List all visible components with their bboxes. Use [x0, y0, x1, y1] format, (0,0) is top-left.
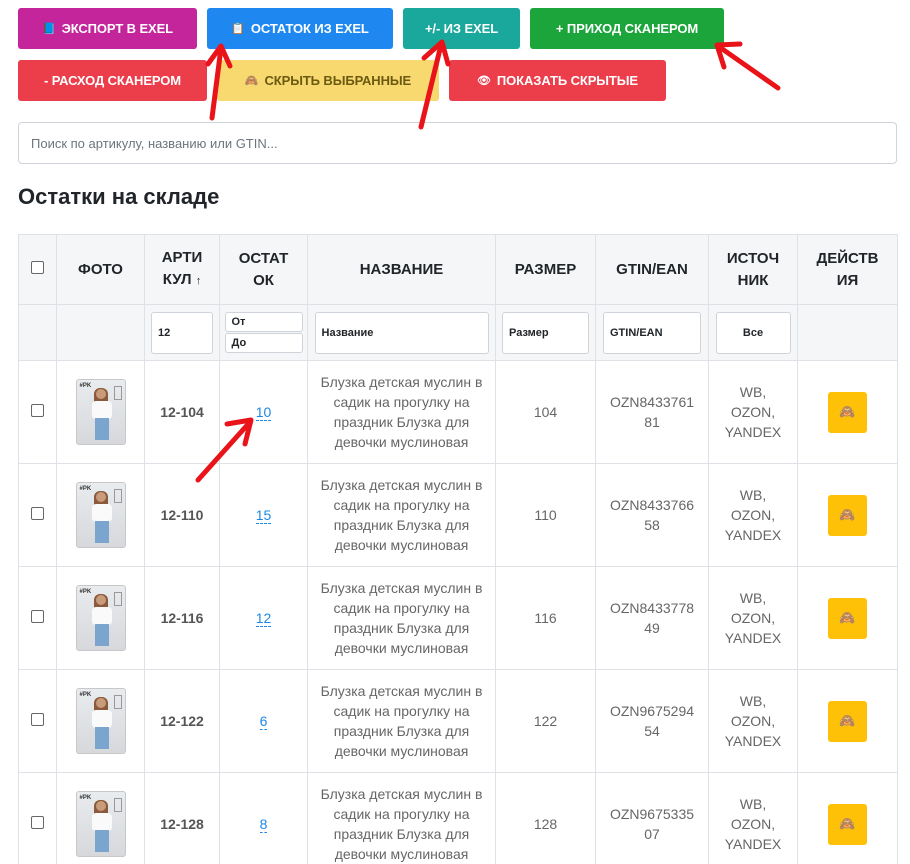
article-cell: 12-116: [144, 566, 220, 670]
scan-out-button[interactable]: - РАСХОД СКАНЕРОМ: [18, 60, 207, 101]
table-row: #PK 12-110 15 Блузка детская муслин в садик…: [18, 463, 898, 567]
search-placeholder: Поиск по артикулу, названию или GTIN...: [31, 135, 278, 151]
header-source[interactable]: ИСТОЧ НИК: [708, 234, 798, 305]
scan-in-button[interactable]: + ПРИХОД СКАНЕРОМ: [530, 8, 724, 49]
hide-row-button[interactable]: 🙈: [828, 597, 867, 639]
hide-row-button[interactable]: 🙈: [828, 803, 867, 845]
size-filter-input[interactable]: Размер: [502, 311, 589, 354]
size-cell: 122: [495, 669, 596, 773]
gtin-cell: OZN8433766 58: [595, 463, 709, 567]
see-no-evil-icon: 🙈: [839, 816, 856, 831]
size-cell: 116: [495, 566, 596, 670]
select-all-checkbox[interactable]: [31, 260, 44, 274]
stock-qty-link[interactable]: 6: [259, 713, 268, 730]
article-cell: 12-128: [144, 772, 220, 864]
row-checkbox[interactable]: [31, 507, 44, 520]
row-checkbox[interactable]: [31, 713, 44, 726]
see-no-evil-icon: 🙈: [839, 404, 856, 419]
product-photo[interactable]: #PK: [75, 688, 126, 754]
see-no-evil-icon: 🙈: [839, 507, 856, 522]
gtin-cell: OZN8433778 49: [595, 566, 709, 670]
name-filter-input[interactable]: Название: [314, 311, 489, 354]
source-filter-select[interactable]: Все: [715, 311, 791, 354]
stock-qty-link[interactable]: 15: [255, 507, 272, 524]
filter-row: 12 От До Название Размер GTIN/EAN Все: [18, 304, 898, 361]
stock-qty-link[interactable]: 10: [255, 404, 272, 421]
product-name-cell: Блузка детская муслин в садик на прогулк…: [307, 566, 496, 670]
hide-selected-button[interactable]: 🙈 СКРЫТЬ ВЫБРАННЫЕ: [217, 60, 439, 101]
product-name-cell: Блузка детская муслин в садик на прогулк…: [307, 669, 496, 773]
stock-qty-link[interactable]: 8: [259, 816, 268, 833]
stock-from-excel-button[interactable]: 📋 ОСТАТОК ИЗ EXEL: [207, 8, 393, 49]
eye-icon: 👁: [477, 75, 491, 87]
size-cell: 104: [495, 360, 596, 464]
gtin-cell: OZN9675294 54: [595, 669, 709, 773]
arrow-annotation: [714, 41, 781, 91]
source-cell: WB, OZON, YANDEX: [708, 772, 798, 864]
see-no-evil-icon: 🙈: [839, 610, 856, 625]
stock-from-input[interactable]: От: [224, 312, 303, 332]
product-photo[interactable]: #PK: [75, 379, 126, 445]
see-no-evil-icon: 🙈: [244, 75, 259, 87]
article-cell: 12-110: [144, 463, 220, 567]
source-cell: WB, OZON, YANDEX: [708, 566, 798, 670]
stock-to-input[interactable]: До: [224, 333, 303, 353]
header-photo: ФОТО: [56, 234, 145, 305]
hide-row-button[interactable]: 🙈: [828, 391, 867, 433]
source-cell: WB, OZON, YANDEX: [708, 360, 798, 464]
clipboard-icon: 📋: [231, 23, 245, 35]
product-name-cell: Блузка детская муслин в садик на прогулк…: [307, 463, 496, 567]
header-row: ФОТО АРТИ КУЛ ↑ ОСТАТ ОК НАЗВАНИЕ РАЗМЕР G…: [18, 234, 898, 305]
table-row: #PK 12-104 10 Блузка детская муслин в садик…: [18, 360, 898, 464]
table-row: #PK 12-116 12 Блузка детская муслин в садик…: [18, 566, 898, 670]
hide-row-button[interactable]: 🙈: [828, 494, 867, 536]
table-row: #PK 12-122 6 Блузка детская муслин в садик …: [18, 669, 898, 773]
gtin-cell: OZN9675335 07: [595, 772, 709, 864]
page-title: Остатки на складе: [18, 184, 220, 209]
source-cell: WB, OZON, YANDEX: [708, 463, 798, 567]
header-name[interactable]: НАЗВАНИЕ: [307, 234, 496, 305]
table-row: #PK 12-128 8 Блузка детская муслин в садик …: [18, 772, 898, 864]
header-article[interactable]: АРТИ КУЛ ↑: [144, 234, 220, 305]
product-name-cell: Блузка детская муслин в садик на прогулк…: [307, 772, 496, 864]
product-name-cell: Блузка детская муслин в садик на прогулк…: [307, 360, 496, 464]
header-stock[interactable]: ОСТАТ ОК: [219, 234, 308, 305]
source-cell: WB, OZON, YANDEX: [708, 669, 798, 773]
gtin-filter-input[interactable]: GTIN/EAN: [603, 311, 701, 354]
sort-asc-icon: ↑: [195, 275, 202, 287]
product-photo[interactable]: #PK: [75, 791, 126, 857]
size-cell: 128: [495, 772, 596, 864]
article-filter-input[interactable]: 12: [151, 311, 213, 354]
row-checkbox[interactable]: [31, 404, 44, 417]
article-cell: 12-104: [144, 360, 220, 464]
see-no-evil-icon: 🙈: [839, 713, 856, 728]
product-photo[interactable]: #PK: [75, 585, 126, 651]
header-size[interactable]: РАЗМЕР: [495, 234, 596, 305]
row-checkbox[interactable]: [31, 816, 44, 829]
article-cell: 12-122: [144, 669, 220, 773]
gtin-cell: OZN8433761 81: [595, 360, 709, 464]
search-input[interactable]: Поиск по артикулу, названию или GTIN...: [18, 122, 897, 164]
hide-row-button[interactable]: 🙈: [828, 700, 867, 742]
plusminus-excel-button[interactable]: +/- ИЗ EXEL: [403, 8, 520, 49]
size-cell: 110: [495, 463, 596, 567]
stock-qty-link[interactable]: 12: [255, 610, 272, 627]
header-actions: ДЕЙСТВ ИЯ: [797, 234, 898, 305]
select-all-cell: [18, 234, 57, 305]
show-hidden-button[interactable]: 👁 ПОКАЗАТЬ СКРЫТЫЕ: [449, 60, 666, 101]
export-excel-button[interactable]: 📘 ЭКСПОРТ В EXEL: [18, 8, 197, 49]
header-gtin[interactable]: GTIN/EAN: [595, 234, 709, 305]
stock-table: ФОТО АРТИ КУЛ ↑ ОСТАТ ОК НАЗВАНИЕ РАЗМЕР G…: [18, 234, 898, 864]
book-icon: 📘: [41, 23, 56, 35]
row-checkbox[interactable]: [31, 610, 44, 623]
product-photo[interactable]: #PK: [75, 482, 126, 548]
